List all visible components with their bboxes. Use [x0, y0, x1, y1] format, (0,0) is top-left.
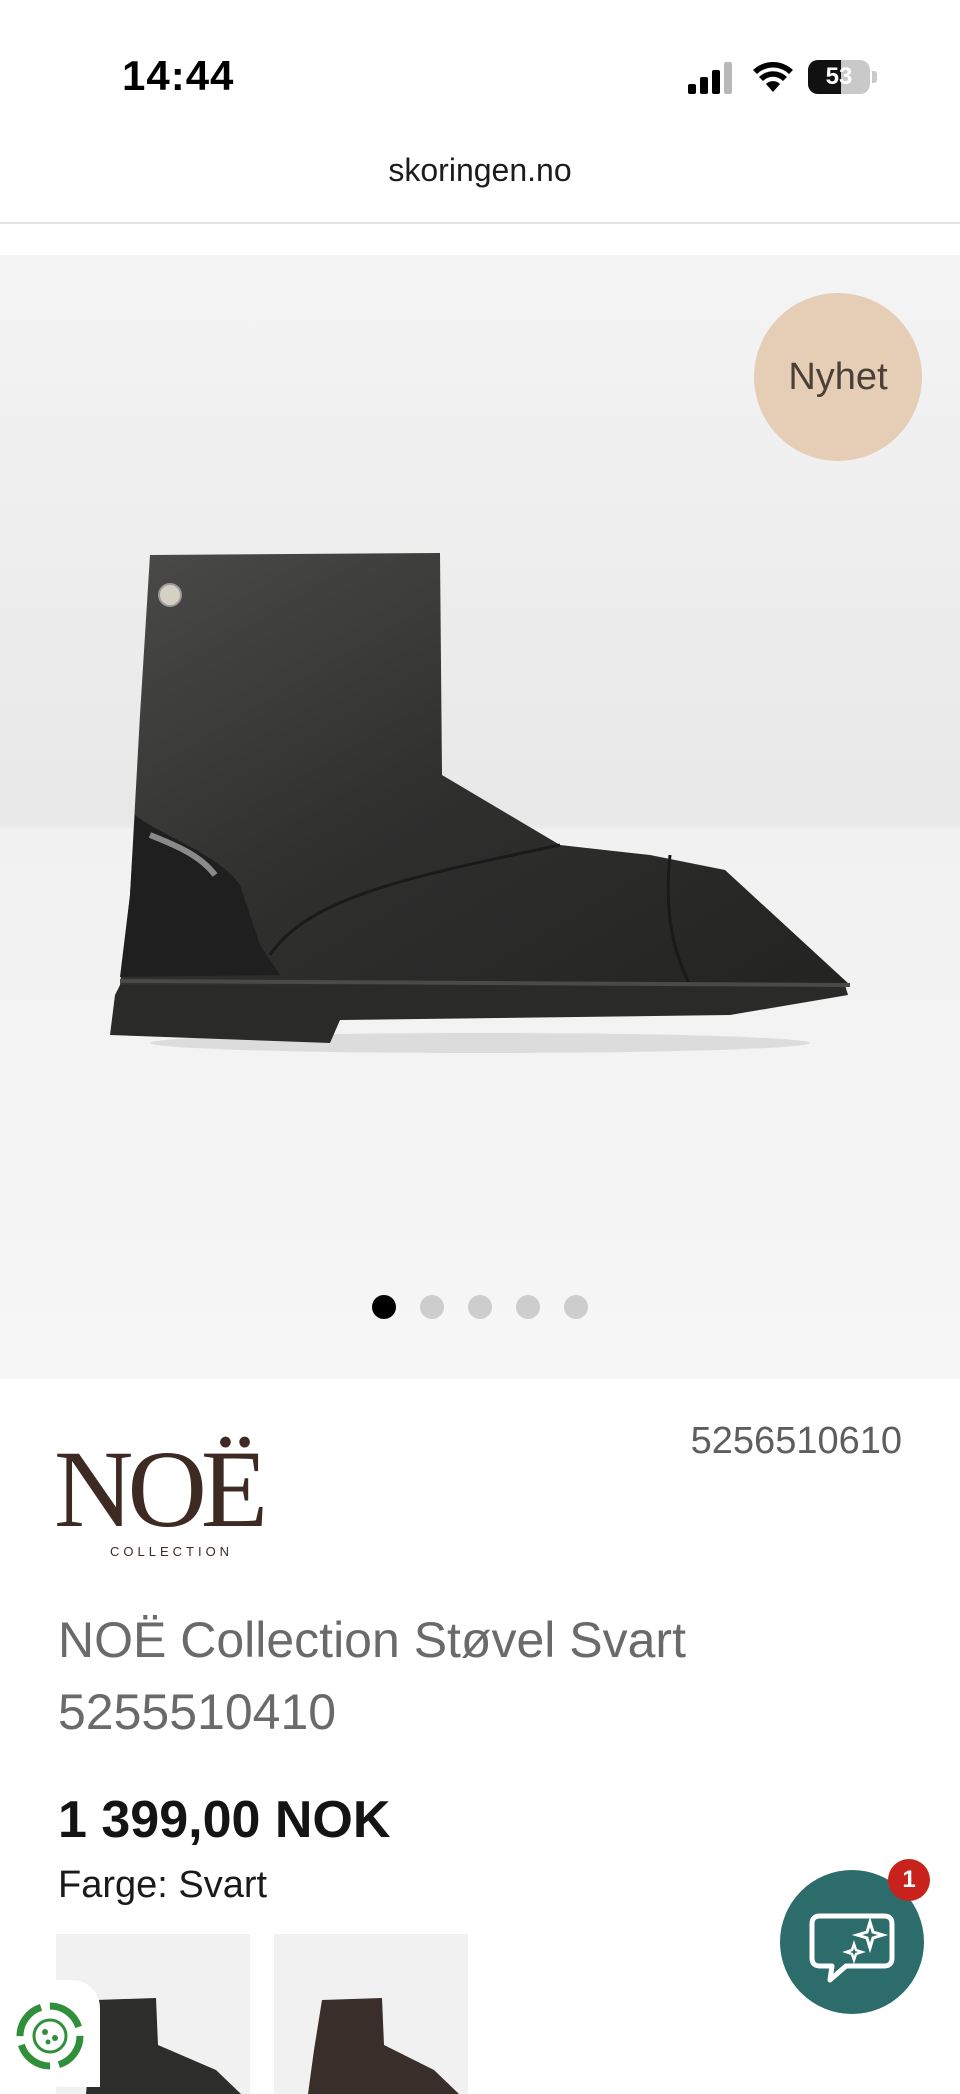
carousel-dot[interactable] — [420, 1295, 444, 1319]
battery-icon: 53 — [808, 60, 878, 94]
brand-logo[interactable]: NOË COLLECTION — [54, 1408, 304, 1558]
product-image-carousel[interactable]: Nyhet — [0, 255, 960, 1379]
address-bar-divider — [0, 222, 960, 224]
eco-button[interactable] — [0, 1980, 100, 2087]
new-badge: Nyhet — [754, 293, 922, 461]
svg-text:COLLECTION: COLLECTION — [110, 1544, 233, 1558]
product-price: 1 399,00 NOK — [58, 1791, 391, 1849]
carousel-dot[interactable] — [564, 1295, 588, 1319]
product-sku: 5256510610 — [690, 1420, 902, 1462]
carousel-pagination[interactable] — [0, 1295, 960, 1323]
color-label: Farge: Svart — [58, 1864, 268, 1906]
color-swatch-thumbnail[interactable] — [274, 1934, 468, 2094]
carousel-dot[interactable] — [516, 1295, 540, 1319]
thumbnail-boot-image — [86, 1998, 241, 2094]
cellular-signal-icon — [688, 62, 732, 94]
thumbnail-boot-image — [308, 1998, 459, 2094]
chat-notification-badge: 1 — [888, 1859, 930, 1901]
wifi-icon — [753, 62, 793, 92]
carousel-dot[interactable] — [372, 1295, 396, 1319]
carousel-dot[interactable] — [468, 1295, 492, 1319]
status-bar: 14:44 53 skoringen.no — [0, 0, 960, 188]
product-image-boot — [110, 553, 851, 1053]
battery-percentage: 53 — [825, 63, 853, 90]
eco-recycle-icon — [16, 2002, 84, 2070]
status-time: 14:44 — [122, 52, 235, 99]
svg-text:NOË: NOË — [54, 1428, 263, 1550]
product-title: NOË Collection Støvel Svart 5255510410 — [58, 1612, 686, 1740]
address-bar-url[interactable]: skoringen.no — [0, 152, 960, 189]
